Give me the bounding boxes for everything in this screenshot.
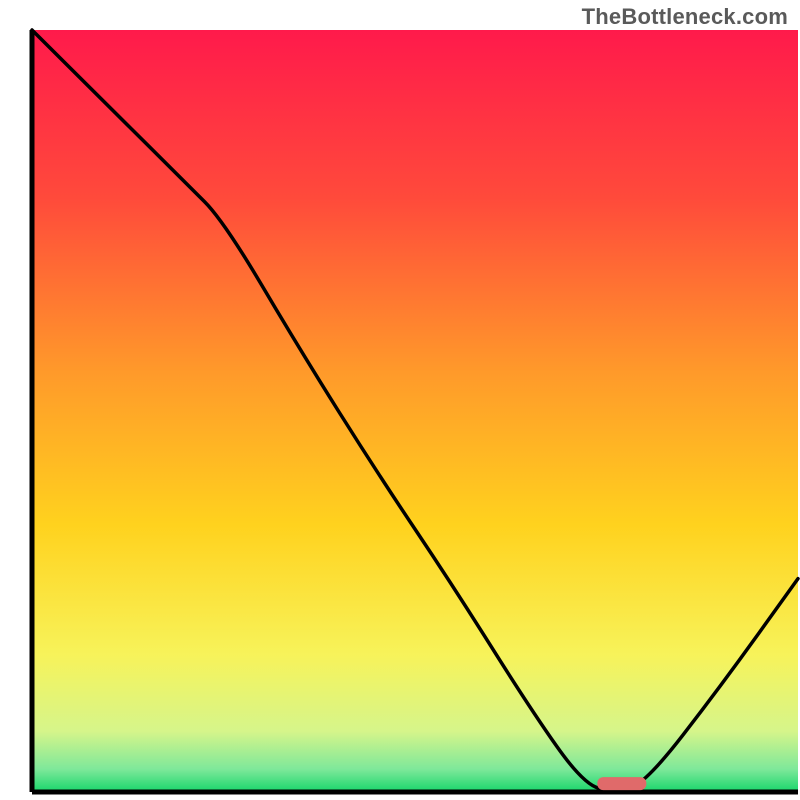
bottleneck-chart [0, 0, 800, 800]
chart-container: TheBottleneck.com [0, 0, 800, 800]
optimal-marker [597, 777, 646, 790]
watermark-text: TheBottleneck.com [582, 4, 788, 30]
